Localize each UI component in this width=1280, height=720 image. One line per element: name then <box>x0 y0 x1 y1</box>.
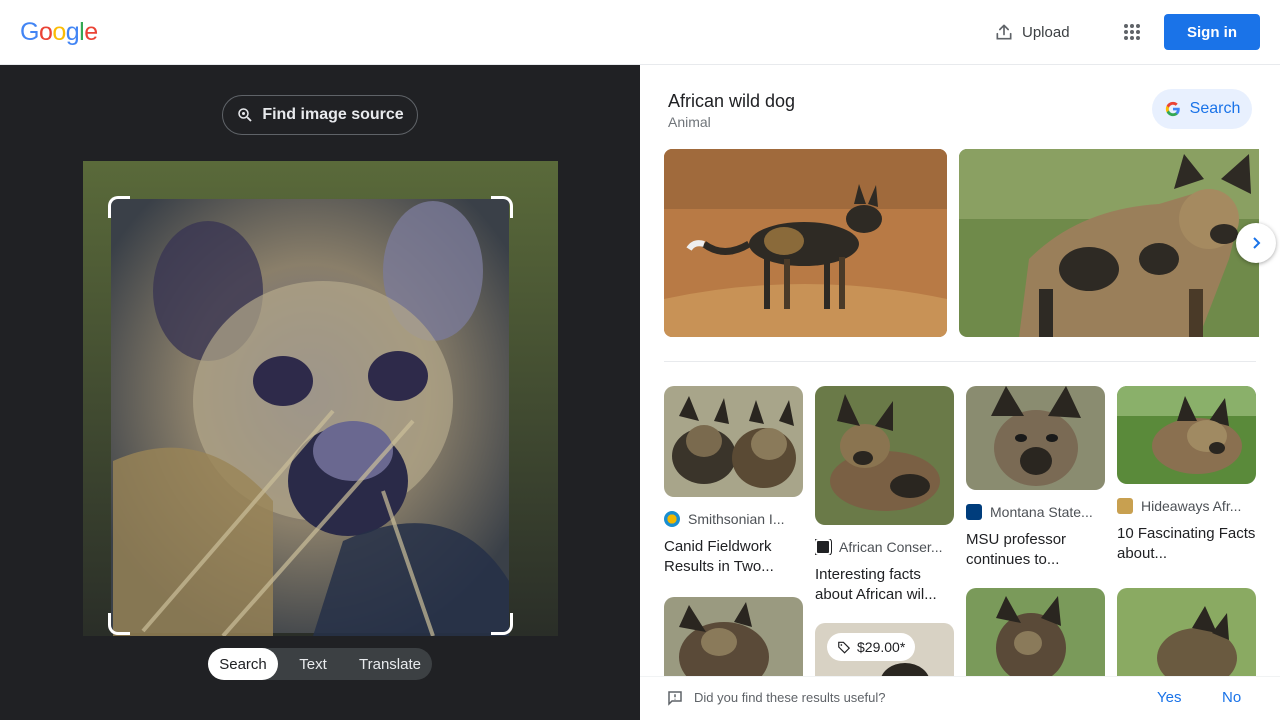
price-value: $29.00* <box>857 639 906 655</box>
lens-search-icon <box>238 108 252 122</box>
wild-dog-closeup-image <box>959 149 1259 337</box>
logo-letter: g <box>65 18 80 46</box>
top-header: Google Upload Sign in <box>0 0 1280 65</box>
crop-handle-bottom-left[interactable] <box>108 613 130 635</box>
next-arrow-button[interactable] <box>1236 223 1276 263</box>
crop-handle-top-right[interactable] <box>491 196 513 218</box>
feedback-question: Did you find these results useful? <box>694 690 886 705</box>
logo-letter: e <box>84 18 98 46</box>
wild-dog-standing-image <box>664 149 947 337</box>
google-g-icon <box>1165 101 1180 117</box>
find-image-source-button[interactable]: Find image source <box>222 95 418 135</box>
msu-favicon-icon <box>966 504 982 520</box>
result-thumbnail[interactable] <box>664 386 803 497</box>
results-panel: African wild dog Animal Search Smithsoni… <box>640 65 1280 720</box>
result-source-name: Montana State... <box>990 504 1093 520</box>
result-source[interactable]: Montana State... <box>966 504 1105 520</box>
entity-search-label: Search <box>1189 100 1241 117</box>
result-source[interactable]: Smithsonian I... <box>664 511 803 527</box>
feedback-bar: Did you find these results useful? Yes N… <box>640 676 1280 720</box>
result-card[interactable] <box>664 597 803 687</box>
result-source-name: African Conser... <box>839 539 943 555</box>
entity-subtitle: Animal <box>668 114 711 130</box>
wild-dog-grass-image <box>1117 386 1256 484</box>
upload-icon <box>996 24 1012 40</box>
wild-dog-lying-image <box>815 386 954 525</box>
result-title[interactable]: MSU professor continues to... <box>966 530 1105 570</box>
result-thumbnail[interactable] <box>966 386 1105 490</box>
result-card[interactable]: Smithsonian I... Canid Fieldwork Results… <box>664 386 803 577</box>
result-card[interactable] <box>1117 588 1256 688</box>
wild-dog-meadow-image <box>1117 588 1256 688</box>
two-wild-dogs-image <box>664 386 803 497</box>
entity-image-2[interactable] <box>959 149 1259 337</box>
result-card[interactable]: African Conser... Interesting facts abou… <box>815 386 954 605</box>
logo-letter: G <box>20 18 39 46</box>
result-card[interactable]: Montana State... MSU professor continues… <box>966 386 1105 570</box>
price-badge[interactable]: $29.00* <box>827 633 916 661</box>
entity-image-1[interactable] <box>664 149 947 337</box>
entity-title[interactable]: African wild dog <box>668 91 795 112</box>
wild-dog-photo <box>83 161 558 636</box>
section-divider <box>664 361 1256 362</box>
mode-translate-tab[interactable]: Translate <box>348 648 432 680</box>
price-tag-icon <box>838 641 851 654</box>
result-thumbnail[interactable] <box>664 597 803 687</box>
result-thumbnail[interactable] <box>815 386 954 525</box>
mode-search-tab[interactable]: Search <box>208 648 278 680</box>
upload-button[interactable]: Upload <box>984 14 1080 50</box>
image-query-panel: Find image source Search Text Translate <box>0 65 640 720</box>
result-source[interactable]: Hideaways Afr... <box>1117 498 1256 514</box>
result-thumbnail[interactable] <box>966 588 1105 688</box>
entity-search-button[interactable]: Search <box>1152 89 1252 129</box>
logo-letter: o <box>38 18 53 46</box>
lens-mode-switcher: Search Text Translate <box>208 648 432 680</box>
find-image-source-label: Find image source <box>262 106 404 123</box>
apps-grid-icon[interactable] <box>1116 16 1148 48</box>
google-logo[interactable]: Google <box>20 18 98 47</box>
wild-dog-field-image <box>966 588 1105 688</box>
hideaways-favicon-icon <box>1117 498 1133 514</box>
result-title[interactable]: Interesting facts about African wil... <box>815 565 954 605</box>
result-thumbnail[interactable] <box>1117 386 1256 484</box>
african-conservation-favicon-icon <box>815 539 832 555</box>
chevron-right-icon <box>1253 237 1261 249</box>
smithsonian-favicon-icon <box>664 511 680 527</box>
logo-letter: o <box>52 18 66 46</box>
result-title[interactable]: Canid Fieldwork Results in Two... <box>664 537 803 577</box>
sign-in-button[interactable]: Sign in <box>1164 14 1260 50</box>
crop-handle-bottom-right[interactable] <box>491 613 513 635</box>
result-card[interactable]: Hideaways Afr... 10 Fascinating Facts ab… <box>1117 386 1256 564</box>
crop-handle-top-left[interactable] <box>108 196 130 218</box>
query-image[interactable] <box>83 161 558 636</box>
result-source-name: Smithsonian I... <box>688 511 785 527</box>
result-source[interactable]: African Conser... <box>815 539 954 555</box>
result-title[interactable]: 10 Fascinating Facts about... <box>1117 524 1256 564</box>
feedback-icon <box>668 691 682 706</box>
result-card[interactable] <box>966 588 1105 688</box>
feedback-no-button[interactable]: No <box>1222 689 1241 706</box>
wild-dog-face-image <box>966 386 1105 490</box>
upload-label: Upload <box>1022 23 1070 41</box>
feedback-yes-button[interactable]: Yes <box>1157 689 1181 706</box>
result-source-name: Hideaways Afr... <box>1141 498 1242 514</box>
mode-text-tab[interactable]: Text <box>278 648 348 680</box>
wild-dog-portrait-image <box>664 597 803 687</box>
result-thumbnail[interactable] <box>1117 588 1256 688</box>
